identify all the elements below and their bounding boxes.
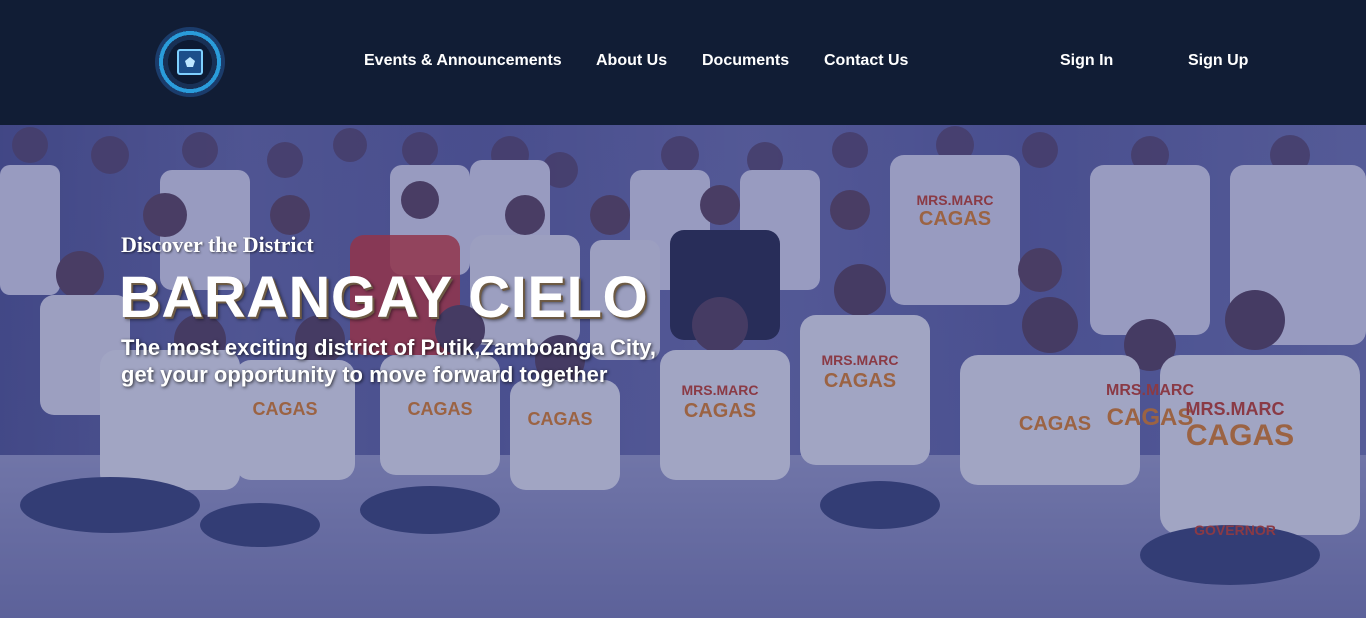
- nav-documents[interactable]: Documents: [702, 52, 789, 70]
- top-navbar: Events & Announcements About Us Document…: [0, 0, 1366, 125]
- sign-in-link[interactable]: Sign In: [1060, 52, 1113, 70]
- chip-icon: [177, 49, 203, 75]
- sign-up-link[interactable]: Sign Up: [1188, 52, 1248, 70]
- nav-contact-us[interactable]: Contact Us: [824, 52, 908, 70]
- hero-subtitle-line-1: The most exciting district of Putik,Zamb…: [121, 335, 656, 360]
- hero-subtitle: The most exciting district of Putik,Zamb…: [121, 334, 761, 388]
- hero-subtitle-line-2: get your opportunity to move forward tog…: [121, 362, 608, 387]
- hero-eyebrow: Discover the District: [121, 232, 314, 257]
- site-logo[interactable]: [155, 27, 225, 97]
- nav-events-announcements[interactable]: Events & Announcements: [364, 52, 562, 70]
- nav-about-us[interactable]: About Us: [596, 52, 667, 70]
- hero-title: BARANGAY CIELO: [119, 265, 649, 330]
